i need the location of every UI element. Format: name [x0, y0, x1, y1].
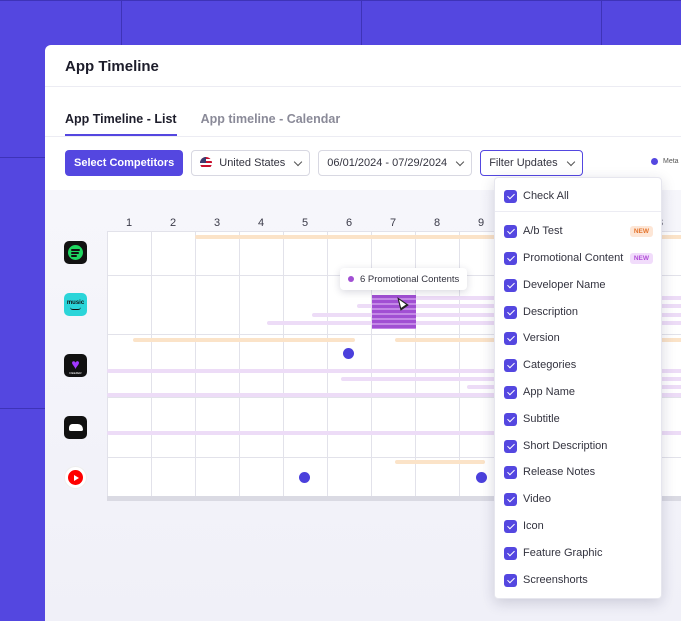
filter-option[interactable]: A/b Test NEW	[504, 222, 653, 240]
option-label: Video	[523, 493, 551, 505]
filter-option[interactable]: Icon	[504, 517, 653, 535]
checkbox[interactable]	[504, 305, 517, 319]
checkbox[interactable]	[504, 465, 517, 479]
day-label: 8	[433, 217, 441, 229]
event-dot[interactable]	[299, 472, 310, 483]
day-label: 2	[169, 217, 177, 229]
chevron-down-icon	[294, 157, 303, 166]
checkbox[interactable]	[504, 546, 517, 560]
filter-option[interactable]: Release Notes	[504, 463, 653, 481]
checkbox[interactable]	[504, 385, 517, 399]
spotify-icon	[64, 241, 87, 264]
us-flag-icon	[200, 157, 213, 169]
page-title: App Timeline	[65, 58, 159, 75]
checkbox[interactable]	[504, 519, 517, 533]
event-dot[interactable]	[343, 348, 354, 359]
promo-tooltip: 6 Promotional Contents	[340, 268, 468, 290]
checkbox[interactable]	[504, 189, 517, 203]
option-label: Developer Name	[523, 279, 606, 291]
day-label: 3	[213, 217, 221, 229]
filter-option[interactable]: Promotional Content NEW	[504, 249, 653, 267]
event-dot[interactable]	[476, 472, 487, 483]
deezer-icon: ♥ DEEZER	[64, 354, 87, 377]
legend-item: Meta	[651, 158, 679, 165]
new-badge: NEW	[629, 225, 653, 237]
day-label: 5	[301, 217, 309, 229]
option-label: Version	[523, 332, 560, 344]
option-label: Description	[523, 306, 579, 318]
chevron-down-icon	[566, 157, 575, 166]
filter-option[interactable]: Developer Name	[504, 276, 653, 294]
filter-option[interactable]: Screenshorts	[504, 571, 653, 589]
option-label: Feature Graphic	[523, 547, 603, 559]
checkbox[interactable]	[504, 573, 517, 587]
tab-timeline-list[interactable]: App Timeline - List	[65, 112, 177, 136]
filter-option[interactable]: Subtitle	[504, 410, 653, 428]
option-label: Release Notes	[523, 466, 596, 478]
option-label: A/b Test	[523, 225, 563, 237]
day-label: 4	[257, 217, 265, 229]
timeline-bar[interactable]	[133, 338, 355, 342]
filter-option[interactable]: Video	[504, 490, 653, 508]
timeline-bar[interactable]	[395, 460, 485, 464]
legend-dot	[651, 158, 658, 165]
checkbox[interactable]	[504, 439, 517, 453]
filter-updates-label: Filter Updates	[489, 157, 558, 169]
tooltip-dot	[348, 276, 354, 282]
filter-updates-menu: Check All A/b Test NEW Promotional Conte…	[494, 177, 662, 599]
country-select[interactable]: United States	[191, 150, 311, 176]
filter-updates-select[interactable]: Filter Updates	[480, 150, 583, 176]
amazon-music-icon: music	[64, 293, 87, 316]
checkbox[interactable]	[504, 331, 517, 345]
checkbox[interactable]	[504, 358, 517, 372]
checkbox[interactable]	[504, 492, 517, 506]
chevron-down-icon	[455, 157, 465, 166]
filter-option[interactable]: Description	[504, 303, 653, 321]
filter-option[interactable]: App Name	[504, 383, 653, 401]
filter-option[interactable]: Short Description	[504, 437, 653, 455]
tab-bar: App Timeline - List App timeline - Calen…	[65, 112, 340, 136]
checkbox[interactable]	[504, 224, 517, 238]
country-value: United States	[219, 157, 286, 169]
day-label: 7	[389, 217, 397, 229]
filter-option[interactable]: Feature Graphic	[504, 544, 653, 562]
option-label: Subtitle	[523, 413, 560, 425]
tab-timeline-calendar[interactable]: App timeline - Calendar	[201, 112, 341, 136]
option-label: Categories	[523, 359, 577, 371]
option-label: Check All	[523, 190, 569, 202]
option-label: Short Description	[523, 440, 608, 452]
youtube-music-icon	[64, 466, 87, 489]
new-badge: NEW	[629, 252, 653, 264]
option-label: Promotional Content	[523, 252, 624, 264]
check-all-option[interactable]: Check All	[504, 187, 653, 205]
soundcloud-icon	[64, 416, 87, 439]
toolbar: Select Competitors United States 06/01/2…	[65, 150, 583, 176]
option-label: Screenshorts	[523, 574, 588, 586]
legend-label: Meta	[663, 158, 679, 165]
date-range-select[interactable]: 06/01/2024 - 07/29/2024	[318, 150, 473, 176]
day-label: 6	[345, 217, 353, 229]
date-range-value: 06/01/2024 - 07/29/2024	[327, 157, 448, 169]
select-competitors-button[interactable]: Select Competitors	[65, 150, 184, 176]
checkbox[interactable]	[504, 278, 517, 292]
tooltip-text: 6 Promotional Contents	[360, 273, 460, 285]
checkbox[interactable]	[504, 251, 517, 265]
day-label: 1	[125, 217, 133, 229]
filter-option[interactable]: Version	[504, 329, 653, 347]
filter-option[interactable]: Categories	[504, 356, 653, 374]
option-label: Icon	[523, 520, 544, 532]
checkbox[interactable]	[504, 412, 517, 426]
option-label: App Name	[523, 386, 575, 398]
